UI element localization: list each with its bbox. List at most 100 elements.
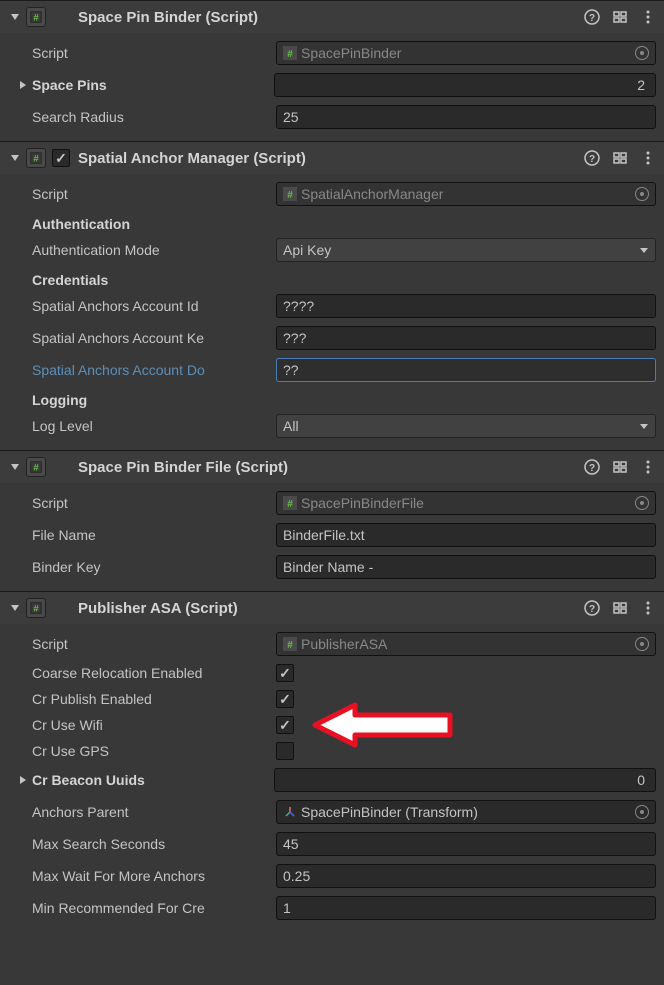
credentials-header: Credentials xyxy=(0,266,664,290)
svg-text:?: ? xyxy=(589,604,595,615)
chevron-down-icon xyxy=(639,418,649,434)
cr-use-wifi-label: Cr Use Wifi xyxy=(32,717,276,733)
menu-icon[interactable] xyxy=(640,459,656,475)
preset-icon[interactable] xyxy=(612,150,628,166)
account-domain-label: Spatial Anchors Account Do xyxy=(32,362,276,378)
foldout-icon[interactable] xyxy=(8,10,22,24)
script-value: SpatialAnchorManager xyxy=(301,186,443,202)
foldout-icon[interactable] xyxy=(16,78,30,92)
help-icon[interactable]: ? xyxy=(584,600,600,616)
foldout-icon[interactable] xyxy=(8,460,22,474)
binder-key-input[interactable] xyxy=(276,555,656,579)
script-label: Script xyxy=(32,45,276,61)
script-field[interactable]: # SpatialAnchorManager xyxy=(276,182,656,206)
script-field[interactable]: # PublisherASA xyxy=(276,632,656,656)
help-icon[interactable]: ? xyxy=(584,150,600,166)
cr-use-wifi-checkbox[interactable] xyxy=(276,716,294,734)
object-picker-icon[interactable] xyxy=(635,637,649,651)
script-icon: # xyxy=(26,457,46,477)
max-search-seconds-label: Max Search Seconds xyxy=(32,836,276,852)
anchors-parent-field[interactable]: SpacePinBinder (Transform) xyxy=(276,800,656,824)
binder-key-label: Binder Key xyxy=(32,559,276,575)
script-value: SpacePinBinder xyxy=(301,45,401,61)
file-name-row: File Name xyxy=(0,519,664,551)
object-picker-icon[interactable] xyxy=(635,187,649,201)
max-search-seconds-row: Max Search Seconds xyxy=(0,828,664,860)
enable-checkbox[interactable] xyxy=(52,149,70,167)
foldout-icon[interactable] xyxy=(16,773,30,787)
menu-icon[interactable] xyxy=(640,9,656,25)
max-wait-more-input[interactable] xyxy=(276,864,656,888)
account-id-row: Spatial Anchors Account Id xyxy=(0,290,664,322)
coarse-relocation-checkbox[interactable] xyxy=(276,664,294,682)
object-picker-icon[interactable] xyxy=(635,805,649,819)
account-id-input[interactable] xyxy=(276,294,656,318)
svg-text:?: ? xyxy=(589,463,595,474)
menu-icon[interactable] xyxy=(640,600,656,616)
svg-text:#: # xyxy=(287,49,293,60)
max-wait-more-row: Max Wait For More Anchors xyxy=(0,860,664,892)
cr-use-gps-checkbox[interactable] xyxy=(276,742,294,760)
max-wait-more-label: Max Wait For More Anchors xyxy=(32,868,276,884)
max-search-seconds-input[interactable] xyxy=(276,832,656,856)
help-icon[interactable]: ? xyxy=(584,459,600,475)
preset-icon[interactable] xyxy=(612,600,628,616)
cr-publish-row: Cr Publish Enabled xyxy=(0,686,664,712)
component-spatial-anchor-manager: # Spatial Anchor Manager (Script) ? Scri… xyxy=(0,141,664,450)
auth-mode-value: Api Key xyxy=(283,242,331,258)
foldout-icon[interactable] xyxy=(8,151,22,165)
object-picker-icon[interactable] xyxy=(635,46,649,60)
object-picker-icon[interactable] xyxy=(635,496,649,510)
component-header[interactable]: # Spatial Anchor Manager (Script) ? xyxy=(0,142,664,174)
script-icon: # xyxy=(26,7,46,27)
preset-icon[interactable] xyxy=(612,459,628,475)
component-title: Space Pin Binder File (Script) xyxy=(78,459,584,476)
component-space-pin-binder-file: # Space Pin Binder File (Script) ? Scrip… xyxy=(0,450,664,591)
transform-icon xyxy=(283,805,297,819)
preset-icon[interactable] xyxy=(612,9,628,25)
component-header[interactable]: # Publisher ASA (Script) ? xyxy=(0,592,664,624)
svg-text:#: # xyxy=(33,463,39,474)
cr-use-gps-label: Cr Use GPS xyxy=(32,743,276,759)
svg-text:#: # xyxy=(287,640,293,651)
account-domain-input[interactable] xyxy=(276,358,656,382)
script-field[interactable]: # SpacePinBinder xyxy=(276,41,656,65)
script-value: PublisherASA xyxy=(301,636,387,652)
file-name-input[interactable] xyxy=(276,523,656,547)
help-icon[interactable]: ? xyxy=(584,9,600,25)
component-title: Spatial Anchor Manager (Script) xyxy=(78,150,584,167)
foldout-icon[interactable] xyxy=(8,601,22,615)
menu-icon[interactable] xyxy=(640,150,656,166)
coarse-relocation-label: Coarse Relocation Enabled xyxy=(32,665,276,681)
component-space-pin-binder: # Space Pin Binder (Script) ? Script # S… xyxy=(0,0,664,141)
anchors-parent-value: SpacePinBinder (Transform) xyxy=(301,804,478,820)
auth-mode-dropdown[interactable]: Api Key xyxy=(276,238,656,262)
account-key-input[interactable] xyxy=(276,326,656,350)
component-title: Publisher ASA (Script) xyxy=(78,600,584,617)
svg-text:#: # xyxy=(33,604,39,615)
logging-header: Logging xyxy=(0,386,664,410)
script-icon: # xyxy=(26,598,46,618)
account-domain-row: Spatial Anchors Account Do xyxy=(0,354,664,386)
space-pins-count[interactable] xyxy=(274,73,656,97)
authentication-header: Authentication xyxy=(0,210,664,234)
min-recommended-row: Min Recommended For Cre xyxy=(0,892,664,924)
search-radius-input[interactable] xyxy=(276,105,656,129)
svg-text:?: ? xyxy=(589,13,595,24)
min-recommended-input[interactable] xyxy=(276,896,656,920)
anchors-parent-label: Anchors Parent xyxy=(32,804,276,820)
component-header[interactable]: # Space Pin Binder File (Script) ? xyxy=(0,451,664,483)
log-level-label: Log Level xyxy=(32,418,276,434)
script-row: Script # SpatialAnchorManager xyxy=(0,178,664,210)
auth-mode-label: Authentication Mode xyxy=(32,242,276,258)
log-level-dropdown[interactable]: All xyxy=(276,414,656,438)
script-row: Script # SpacePinBinderFile xyxy=(0,487,664,519)
space-pins-label: Space Pins xyxy=(32,77,274,93)
cr-publish-checkbox[interactable] xyxy=(276,690,294,708)
script-field[interactable]: # SpacePinBinderFile xyxy=(276,491,656,515)
cr-beacon-uuids-count[interactable] xyxy=(274,768,656,792)
search-radius-label: Search Radius xyxy=(32,109,276,125)
component-header[interactable]: # Space Pin Binder (Script) ? xyxy=(0,1,664,33)
coarse-relocation-row: Coarse Relocation Enabled xyxy=(0,660,664,686)
script-value: SpacePinBinderFile xyxy=(301,495,424,511)
